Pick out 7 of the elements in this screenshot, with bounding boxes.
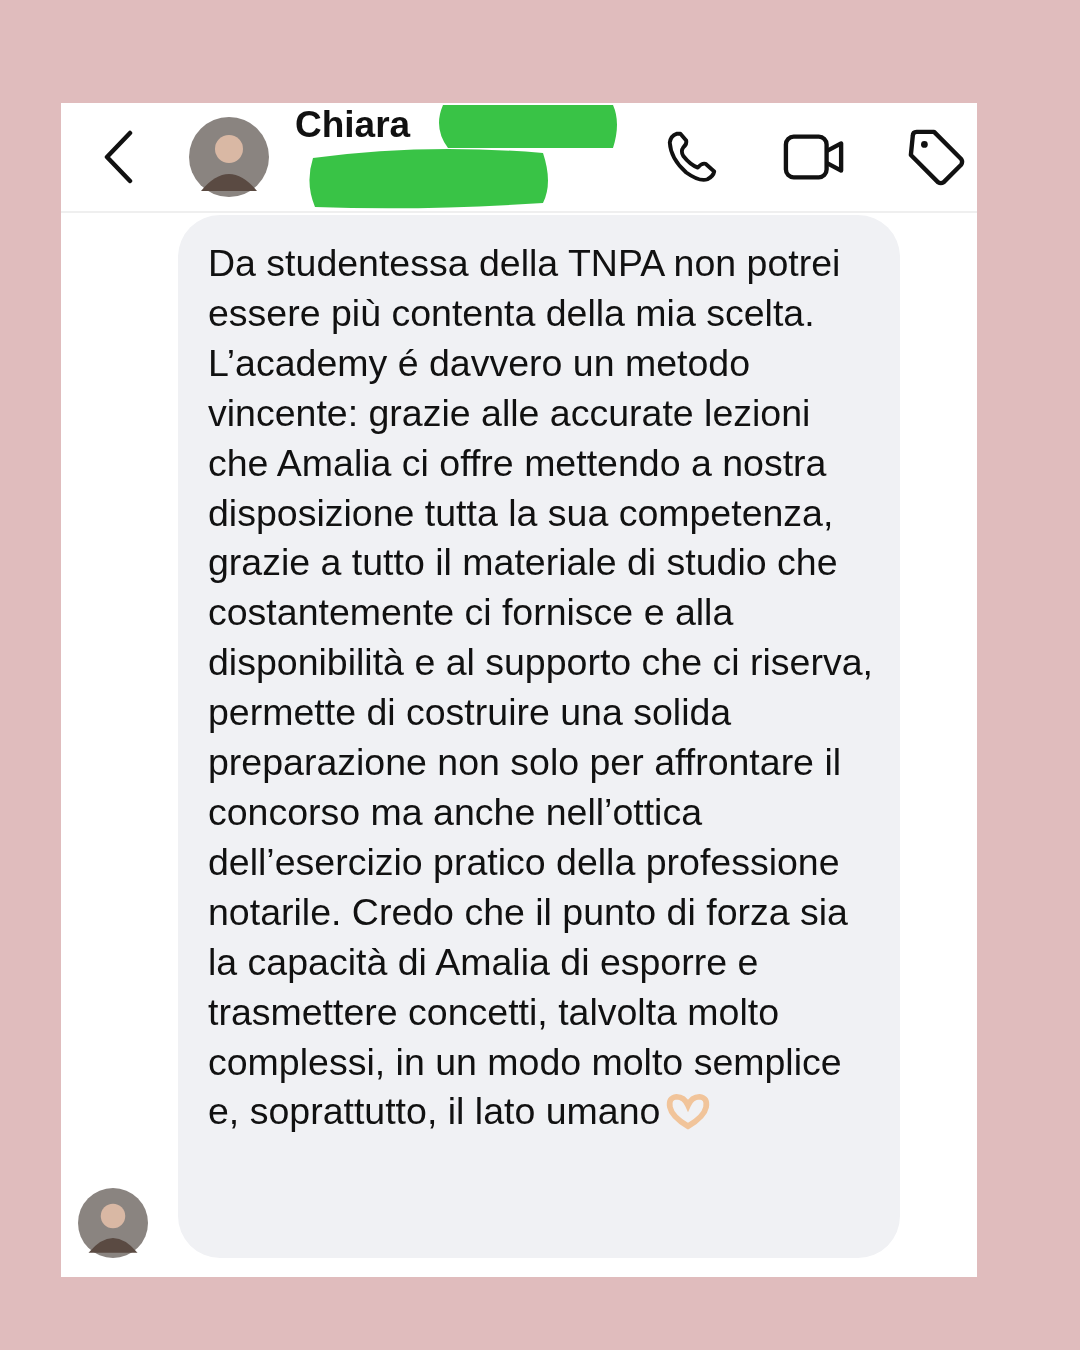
- back-icon[interactable]: [103, 130, 133, 184]
- contact-name: Chiara: [295, 103, 411, 147]
- avatar[interactable]: [189, 117, 269, 197]
- message-text: Da studentessa della TNPA non potrei essere più contenta della mia scelta. L’academy é davvero un metodo vincente: grazie alle accurate lezioni che Amalia ci offre mettendo a nostra disposizione tutta la sua competenza, grazie a tutto il materiale di studio che costantemente ci fornisce e alla disponibilità e al supporto che ci riserva, permette di costruire una solida preparazione non solo per affrontare il concorso ma anche nell’ottica dell’esercizio pratico della professione notarile. Credo che il punto di forza sia la capacità di Amalia di esporre e trasmettere concetti, talvolta molto complessi, in un modo molto semplice e, soprattutto, il lato umano: [208, 241, 874, 1135]
- tag-icon[interactable]: [907, 128, 965, 186]
- video-camera-icon[interactable]: [783, 131, 845, 183]
- avatar[interactable]: [78, 1188, 148, 1258]
